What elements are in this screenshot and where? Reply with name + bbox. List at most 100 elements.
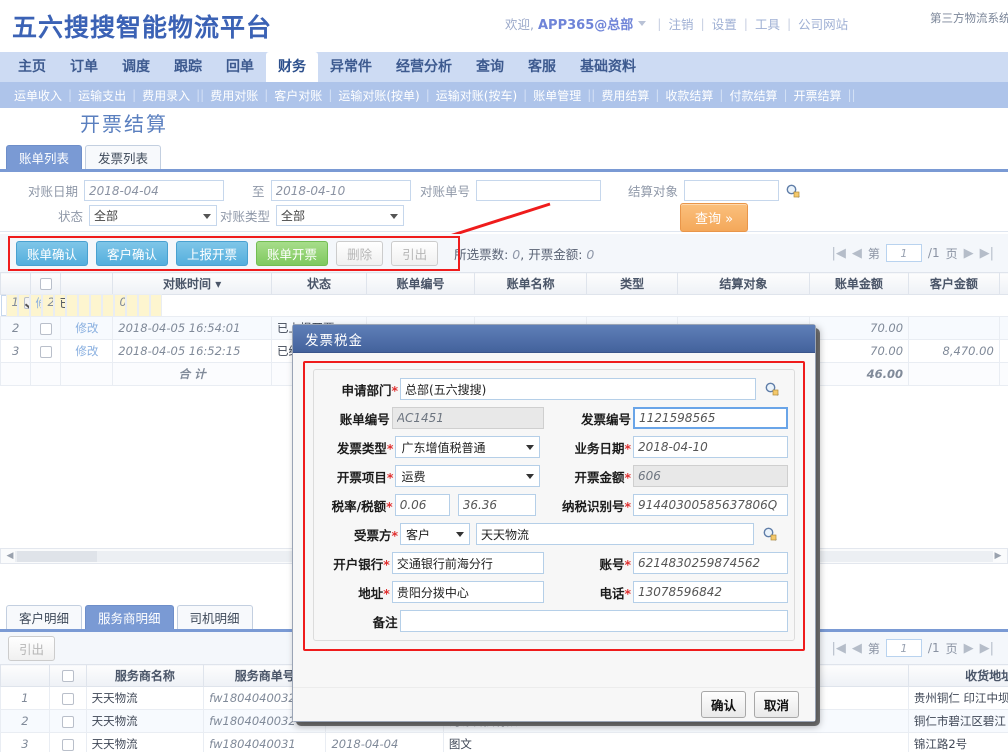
row-checkbox[interactable]: [61, 692, 74, 705]
scroll-right-arrow-icon[interactable]: ▶: [991, 551, 1005, 561]
prev-page-button[interactable]: ◀: [852, 246, 862, 261]
subnav-item-customer-reconcile[interactable]: 客户对账: [268, 87, 328, 104]
system-selector[interactable]: 第三方物流系统: [930, 10, 1008, 26]
invoice-no-input[interactable]: [633, 407, 788, 429]
row-edit-link-cell[interactable]: 修改: [60, 339, 114, 363]
detail-export-button[interactable]: 引出: [8, 635, 56, 661]
invoice-item-select[interactable]: 运费: [395, 465, 540, 487]
payee-type-select[interactable]: 客户: [400, 523, 470, 545]
row-checkbox-cell[interactable]: [48, 732, 87, 752]
detail-next-page-button[interactable]: ▶: [964, 641, 974, 656]
detail-page-number-input[interactable]: 1: [885, 639, 922, 657]
nav-item-finance[interactable]: 财务: [266, 52, 318, 82]
report-invoice-button[interactable]: 上报开票: [176, 240, 249, 266]
subnav-item-waybill-income[interactable]: 运单收入: [8, 87, 68, 104]
reconcile-date-from-input[interactable]: [84, 180, 225, 201]
next-page-button[interactable]: ▶: [964, 246, 974, 261]
scroll-left-arrow-icon[interactable]: ◀: [3, 551, 17, 561]
biz-date-input[interactable]: [633, 436, 788, 458]
phone-input[interactable]: [633, 581, 788, 603]
nav-item-orders[interactable]: 订单: [58, 52, 110, 82]
nav-item-exceptions[interactable]: 异常件: [318, 52, 384, 82]
nav-item-analysis[interactable]: 经营分析: [384, 52, 464, 82]
bill-invoice-button[interactable]: 账单开票: [256, 240, 329, 266]
settlement-target-input[interactable]: [684, 180, 780, 201]
address-input[interactable]: [391, 581, 544, 603]
nav-item-query[interactable]: 查询: [464, 52, 516, 82]
col-checkbox[interactable]: [48, 664, 87, 687]
row-checkbox-cell[interactable]: [17, 294, 30, 317]
subnav-item-payment-settlement[interactable]: 付款结算: [723, 87, 783, 104]
settings-link[interactable]: 设置: [712, 14, 737, 33]
nav-item-basic-data[interactable]: 基础资料: [568, 52, 648, 82]
nav-item-service[interactable]: 客服: [516, 52, 568, 82]
detail-last-page-button[interactable]: ▶|: [980, 641, 994, 656]
row-checkbox-cell[interactable]: [30, 339, 62, 363]
row-checkbox[interactable]: [61, 738, 74, 751]
reconcile-billno-input[interactable]: [476, 180, 602, 201]
status-select[interactable]: 全部: [89, 205, 218, 226]
subnav-item-fee-settlement[interactable]: 费用结算: [595, 87, 655, 104]
tools-link[interactable]: 工具: [755, 14, 780, 33]
confirm-customer-button[interactable]: 客户确认: [96, 240, 169, 266]
tab-invoice-list[interactable]: 发票列表: [85, 145, 162, 170]
row-checkbox[interactable]: [39, 345, 52, 358]
table-row[interactable]: 1 修改 2018-04-08 18:40:43 已上报开票 06.00: [0, 294, 162, 317]
row-edit-link-cell[interactable]: 修改: [29, 294, 42, 317]
col-checkbox[interactable]: [30, 272, 62, 295]
row-checkbox-cell[interactable]: [48, 686, 87, 710]
company-site-link[interactable]: 公司网站: [798, 14, 848, 33]
user-name[interactable]: APP365@总部: [538, 14, 633, 33]
reconcile-type-select[interactable]: 全部: [276, 205, 405, 226]
logout-link[interactable]: 注销: [668, 14, 693, 33]
row-checkbox[interactable]: [39, 322, 52, 335]
row-checkbox-cell[interactable]: [48, 709, 87, 733]
payee-name-input[interactable]: [476, 523, 754, 545]
subnav-item-invoice-settlement[interactable]: 开票结算: [788, 87, 848, 104]
tab-bill-list[interactable]: 账单列表: [6, 145, 83, 170]
delete-button[interactable]: 删除: [336, 240, 384, 266]
payee-search-icon[interactable]: [762, 526, 778, 542]
detail-prev-page-button[interactable]: ◀: [852, 641, 862, 656]
nav-item-home[interactable]: 主页: [6, 52, 58, 82]
confirm-button[interactable]: 确认: [700, 691, 746, 718]
nav-item-tracking[interactable]: 跟踪: [162, 52, 214, 82]
row-checkbox-cell[interactable]: [30, 316, 62, 340]
page-number-input[interactable]: 1: [885, 244, 922, 262]
sort-chevron-down-icon[interactable]: ▾: [215, 277, 221, 291]
subnav-item-transport-reconcile-order[interactable]: 运输对账(按单): [332, 87, 425, 104]
subnav-item-receipt-settlement[interactable]: 收款结算: [659, 87, 719, 104]
subnav-item-transport-reconcile-vehicle[interactable]: 运输对账(按车): [430, 87, 523, 104]
first-page-button[interactable]: |◀: [832, 246, 846, 261]
tax-amount-input[interactable]: [457, 494, 536, 516]
tab-driver-detail[interactable]: 司机明细: [176, 605, 253, 630]
invoice-type-select[interactable]: 广东增值税普通: [395, 436, 540, 458]
tab-provider-detail[interactable]: 服务商明细: [85, 605, 174, 630]
bank-input[interactable]: [391, 552, 544, 574]
user-chevron-down-icon[interactable]: [638, 21, 647, 26]
detail-first-page-button[interactable]: |◀: [832, 641, 846, 656]
reconcile-date-to-input[interactable]: [270, 180, 411, 201]
nav-item-dispatch[interactable]: 调度: [110, 52, 162, 82]
search-icon[interactable]: [785, 183, 801, 199]
nav-item-receipts[interactable]: 回单: [214, 52, 266, 82]
confirm-bill-button[interactable]: 账单确认: [16, 240, 89, 266]
subnav-item-bill-management[interactable]: 账单管理: [527, 87, 587, 104]
select-all-checkbox[interactable]: [39, 278, 52, 290]
export-button[interactable]: 引出: [391, 240, 439, 266]
apply-dept-input[interactable]: [400, 378, 756, 400]
remark-input[interactable]: [399, 610, 788, 632]
last-page-button[interactable]: ▶|: [980, 246, 994, 261]
scroll-thumb[interactable]: [17, 551, 97, 562]
cancel-button[interactable]: 取消: [753, 691, 799, 718]
account-input[interactable]: [633, 552, 788, 574]
tax-id-input[interactable]: [633, 494, 788, 516]
subnav-item-transport-expense[interactable]: 运输支出: [72, 87, 132, 104]
row-checkbox[interactable]: [61, 715, 74, 728]
edit-link[interactable]: 修改: [75, 321, 98, 335]
edit-link[interactable]: 修改: [75, 344, 98, 358]
col-reconcile-time[interactable]: 对账时间 ▾: [112, 272, 273, 295]
apply-dept-search-icon[interactable]: [764, 381, 780, 397]
table-row[interactable]: 3 天天物流 fw1804040031 2018-04-04 图文 锦江路2号 …: [0, 732, 1008, 752]
row-edit-link-cell[interactable]: 修改: [60, 316, 114, 340]
